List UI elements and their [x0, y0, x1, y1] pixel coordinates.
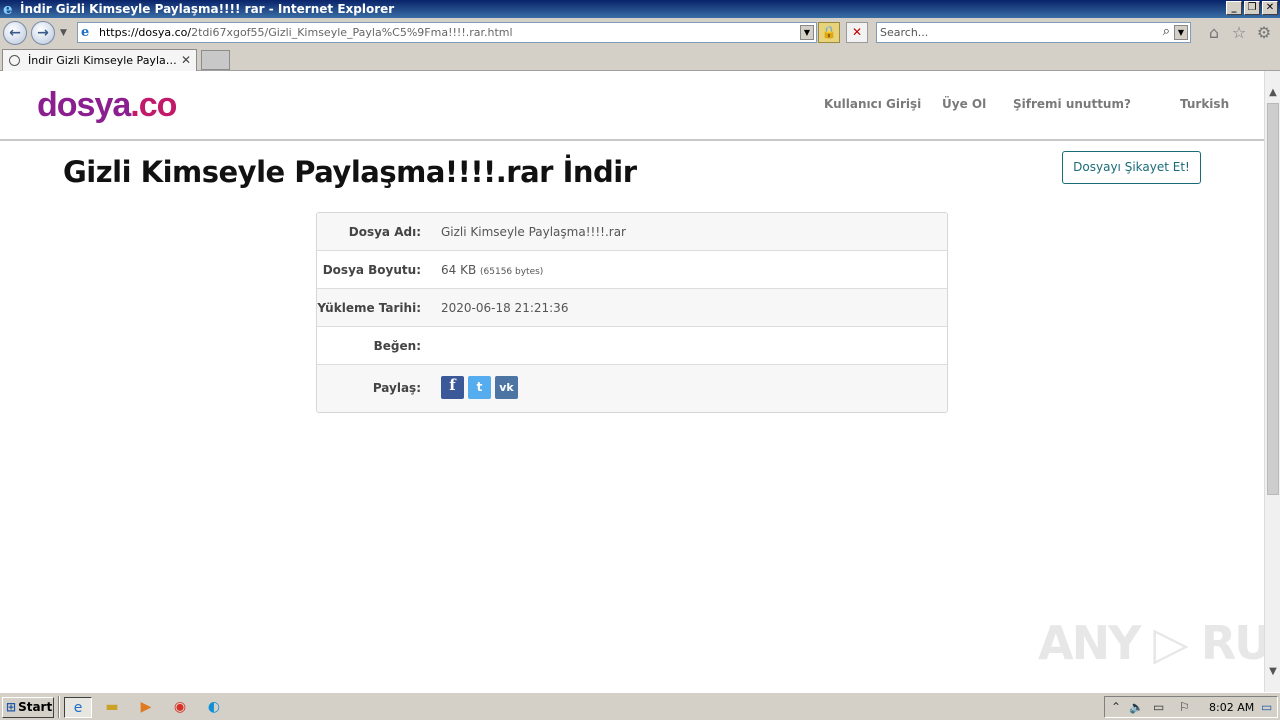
search-icon[interactable]: ⌕	[1163, 24, 1170, 39]
tab-row: İndir Gizli Kimseyle Paylaşma!... ✕	[0, 48, 1280, 71]
address-bar[interactable]: e https://dosya.co/2tdi67xgof55/Gizli_Ki…	[77, 22, 817, 43]
upload-date-label: Yükleme Tarihi:	[317, 301, 421, 315]
history-dropdown-icon[interactable]: ▼	[60, 28, 67, 38]
restore-button[interactable]: ❐	[1244, 1, 1260, 15]
show-desktop-icon[interactable]: ▭	[1261, 700, 1272, 714]
like-label: Beğen:	[373, 339, 421, 353]
file-size-bytes: (65156 bytes)	[480, 267, 544, 277]
file-size-row: Dosya Boyutu: 64 KB (65156 bytes)	[317, 251, 947, 289]
url-path: 2tdi67xgof55/Gizli_Kimseyle_Payla%C5%9Fm…	[191, 26, 513, 39]
scrollbar-thumb[interactable]	[1267, 103, 1279, 495]
home-icon[interactable]: ⌂	[1204, 23, 1224, 43]
tray-action-center-flag-icon[interactable]: ⚐	[1179, 700, 1190, 714]
taskbar-explorer-folder-icon[interactable]: ▬	[98, 697, 126, 718]
loading-spinner-icon	[9, 55, 20, 66]
close-button[interactable]: ✕	[1262, 1, 1278, 15]
logo-text-tld: .co	[130, 86, 177, 124]
system-tray: ⌃ 🔈 ▭ ⚐ 8:02 AM ▭	[1104, 696, 1278, 718]
window-controls: _ ❐ ✕	[1226, 1, 1278, 15]
nav-register-link[interactable]: Üye Ol	[942, 97, 986, 111]
nav-login-link[interactable]: Kullanıcı Girişi	[824, 97, 921, 111]
tray-network-icon[interactable]: ▭	[1153, 700, 1164, 714]
search-box[interactable]: ⌕ ▼	[876, 22, 1191, 43]
start-button[interactable]: ⊞ Start	[2, 697, 54, 718]
taskbar-chrome-icon[interactable]: ◉	[166, 697, 194, 718]
file-size-kb: 64 KB	[441, 263, 477, 277]
start-label: Start	[18, 700, 53, 714]
scroll-down-arrow-icon[interactable]: ▼	[1265, 664, 1280, 680]
taskbar-separator	[58, 696, 60, 718]
security-lock-icon[interactable]: 🔒	[818, 22, 840, 43]
vk-share-icon[interactable]: vk	[495, 376, 518, 399]
file-info-table: Dosya Adı: Gizli Kimseyle Paylaşma!!!!.r…	[316, 212, 948, 413]
page-title: Gizli Kimseyle Paylaşma!!!!.rar İndir	[63, 155, 637, 189]
search-input[interactable]	[880, 25, 1150, 40]
upload-date-row: Yükleme Tarihi: 2020-06-18 21:21:36	[317, 289, 947, 327]
windows-flag-icon: ⊞	[6, 700, 17, 714]
favorites-star-icon[interactable]: ☆	[1229, 23, 1249, 43]
url-host: https://dosya.co/	[99, 26, 192, 39]
taskbar-ie-icon[interactable]: e	[64, 697, 92, 718]
share-icons: f t vk	[441, 376, 518, 399]
tab-label: İndir Gizli Kimseyle Paylaşma!...	[28, 54, 178, 67]
search-dropdown-icon[interactable]: ▼	[1174, 25, 1188, 40]
settings-gear-icon[interactable]: ⚙	[1254, 23, 1274, 43]
site-header: dosya.co Kullanıcı Girişi Üye Ol Şifremi…	[0, 71, 1264, 141]
twitter-share-icon[interactable]: t	[468, 376, 491, 399]
forward-button[interactable]: →	[31, 21, 55, 45]
internet-explorer-icon: e	[3, 0, 13, 18]
nav-forgot-password-link[interactable]: Şifremi unuttum?	[1013, 97, 1131, 111]
windows-taskbar: ⊞ Start e ▬ ▶ ◉ ◐ ⌃ 🔈 ▭ ⚐ 8:02 AM ▭	[0, 692, 1280, 720]
window-titlebar: e İndir Gizli Kimseyle Paylaşma!!!! rar …	[0, 0, 1280, 18]
report-file-button[interactable]: Dosyayı Şikayet Et!	[1062, 151, 1201, 184]
minimize-button[interactable]: _	[1226, 1, 1242, 15]
upload-date-value: 2020-06-18 21:21:36	[441, 301, 569, 315]
tab-close-icon[interactable]: ✕	[181, 53, 191, 67]
address-url[interactable]: https://dosya.co/2tdi67xgof55/Gizli_Kims…	[99, 26, 513, 39]
stop-button[interactable]: ✕	[846, 22, 868, 43]
tray-expand-icon[interactable]: ⌃	[1111, 700, 1121, 714]
page-scrollbar[interactable]: ▲ ▼	[1264, 71, 1280, 692]
browser-navbar: ← → ▼ e https://dosya.co/2tdi67xgof55/Gi…	[0, 18, 1280, 48]
like-row: Beğen:	[317, 327, 947, 365]
facebook-share-icon[interactable]: f	[441, 376, 464, 399]
taskbar-media-player-icon[interactable]: ▶	[132, 697, 160, 718]
window-title: İndir Gizli Kimseyle Paylaşma!!!! rar - …	[20, 2, 395, 16]
scroll-up-arrow-icon[interactable]: ▲	[1265, 85, 1280, 101]
file-name-value: Gizli Kimseyle Paylaşma!!!!.rar	[441, 225, 626, 239]
back-button[interactable]: ←	[3, 21, 27, 45]
nav-language-selector[interactable]: Turkish	[1180, 97, 1229, 111]
anyrun-watermark: ANY ▷ RUN	[1038, 616, 1264, 670]
file-name-label: Dosya Adı:	[348, 225, 421, 239]
share-label: Paylaş:	[372, 381, 421, 395]
new-tab-button[interactable]	[201, 50, 230, 70]
share-row: Paylaş: f t vk	[317, 365, 947, 412]
logo-text-main: dosya	[37, 86, 131, 124]
tray-clock[interactable]: 8:02 AM	[1209, 701, 1254, 714]
tab-active[interactable]: İndir Gizli Kimseyle Paylaşma!... ✕	[2, 49, 197, 71]
file-name-row: Dosya Adı: Gizli Kimseyle Paylaşma!!!!.r…	[317, 213, 947, 251]
file-size-label: Dosya Boyutu:	[322, 263, 421, 277]
file-size-value: 64 KB (65156 bytes)	[441, 263, 543, 277]
site-logo[interactable]: dosya.co	[37, 83, 177, 127]
page-viewport: dosya.co Kullanıcı Girişi Üye Ol Şifremi…	[0, 71, 1264, 692]
taskbar-edge-icon[interactable]: ◐	[200, 697, 228, 718]
page-favicon-icon: e	[81, 25, 90, 40]
address-dropdown-icon[interactable]: ▼	[800, 25, 814, 40]
tray-volume-icon[interactable]: 🔈	[1129, 700, 1144, 714]
